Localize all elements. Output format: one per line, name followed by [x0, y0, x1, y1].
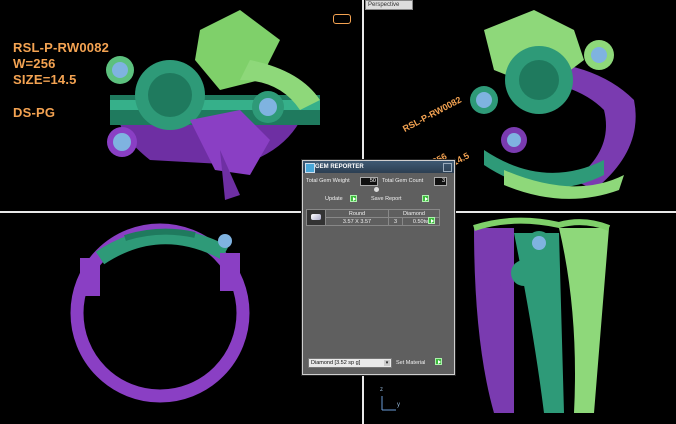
axis-z-label: z	[380, 387, 383, 393]
chevron-down-icon[interactable]: ▾	[384, 360, 390, 366]
material-select-value: Diamond [3.52 sp g]	[311, 360, 361, 366]
gem-table-header-row: Round Diamond	[306, 209, 440, 226]
gem-reporter-panel[interactable]: GEM REPORTER	[302, 160, 455, 375]
set-material-button[interactable]	[435, 358, 442, 365]
divider-handle-icon[interactable]	[374, 187, 379, 192]
axis-y-label: y	[397, 402, 400, 408]
weight-label: W=256	[13, 56, 56, 71]
panel-pin-icon[interactable]	[443, 163, 452, 172]
total-gem-count-field[interactable]: 3	[434, 177, 447, 186]
gem-shape-cell[interactable]	[306, 209, 326, 226]
set-material-label: Set Material	[396, 360, 426, 366]
gem-table-row[interactable]: 3.57 X 3.57 3 0.50tw	[307, 217, 440, 226]
save-report-label: Save Report	[371, 196, 402, 202]
update-button[interactable]	[350, 195, 357, 202]
gem-reporter-app-icon	[305, 163, 315, 173]
gem-reporter-title: GEM REPORTER	[315, 164, 364, 170]
total-gem-weight-field[interactable]: 50	[360, 177, 378, 186]
header-shape: Round	[325, 209, 389, 218]
gem-reporter-titlebar[interactable]: GEM REPORTER	[303, 161, 454, 173]
metal-code-label: DS-PG	[13, 105, 56, 120]
size-label: SIZE=14.5	[13, 72, 77, 87]
gem-count-cell: 3	[387, 217, 404, 226]
ring-thumbnail-icon[interactable]	[333, 14, 351, 24]
save-report-button[interactable]	[422, 195, 429, 202]
round-gem-icon	[311, 213, 321, 220]
perspective-label[interactable]: Perspective	[365, 0, 413, 10]
total-gem-count-label: Total Gem Count	[382, 178, 424, 184]
update-label: Update	[325, 196, 343, 202]
model-code-label: RSL-P-RW0082	[13, 40, 110, 55]
gem-table: Round Diamond 3.57 X 3.57 3 0.50tw	[306, 209, 440, 226]
gem-row-action-button[interactable]	[428, 217, 435, 224]
total-gem-weight-label: Total Gem Weight	[306, 178, 350, 184]
axis-gizmo-icon	[381, 396, 396, 411]
gem-size-cell: 3.57 X 3.57	[325, 217, 389, 226]
material-select[interactable]: Diamond [3.52 sp g] ▾	[308, 358, 392, 368]
